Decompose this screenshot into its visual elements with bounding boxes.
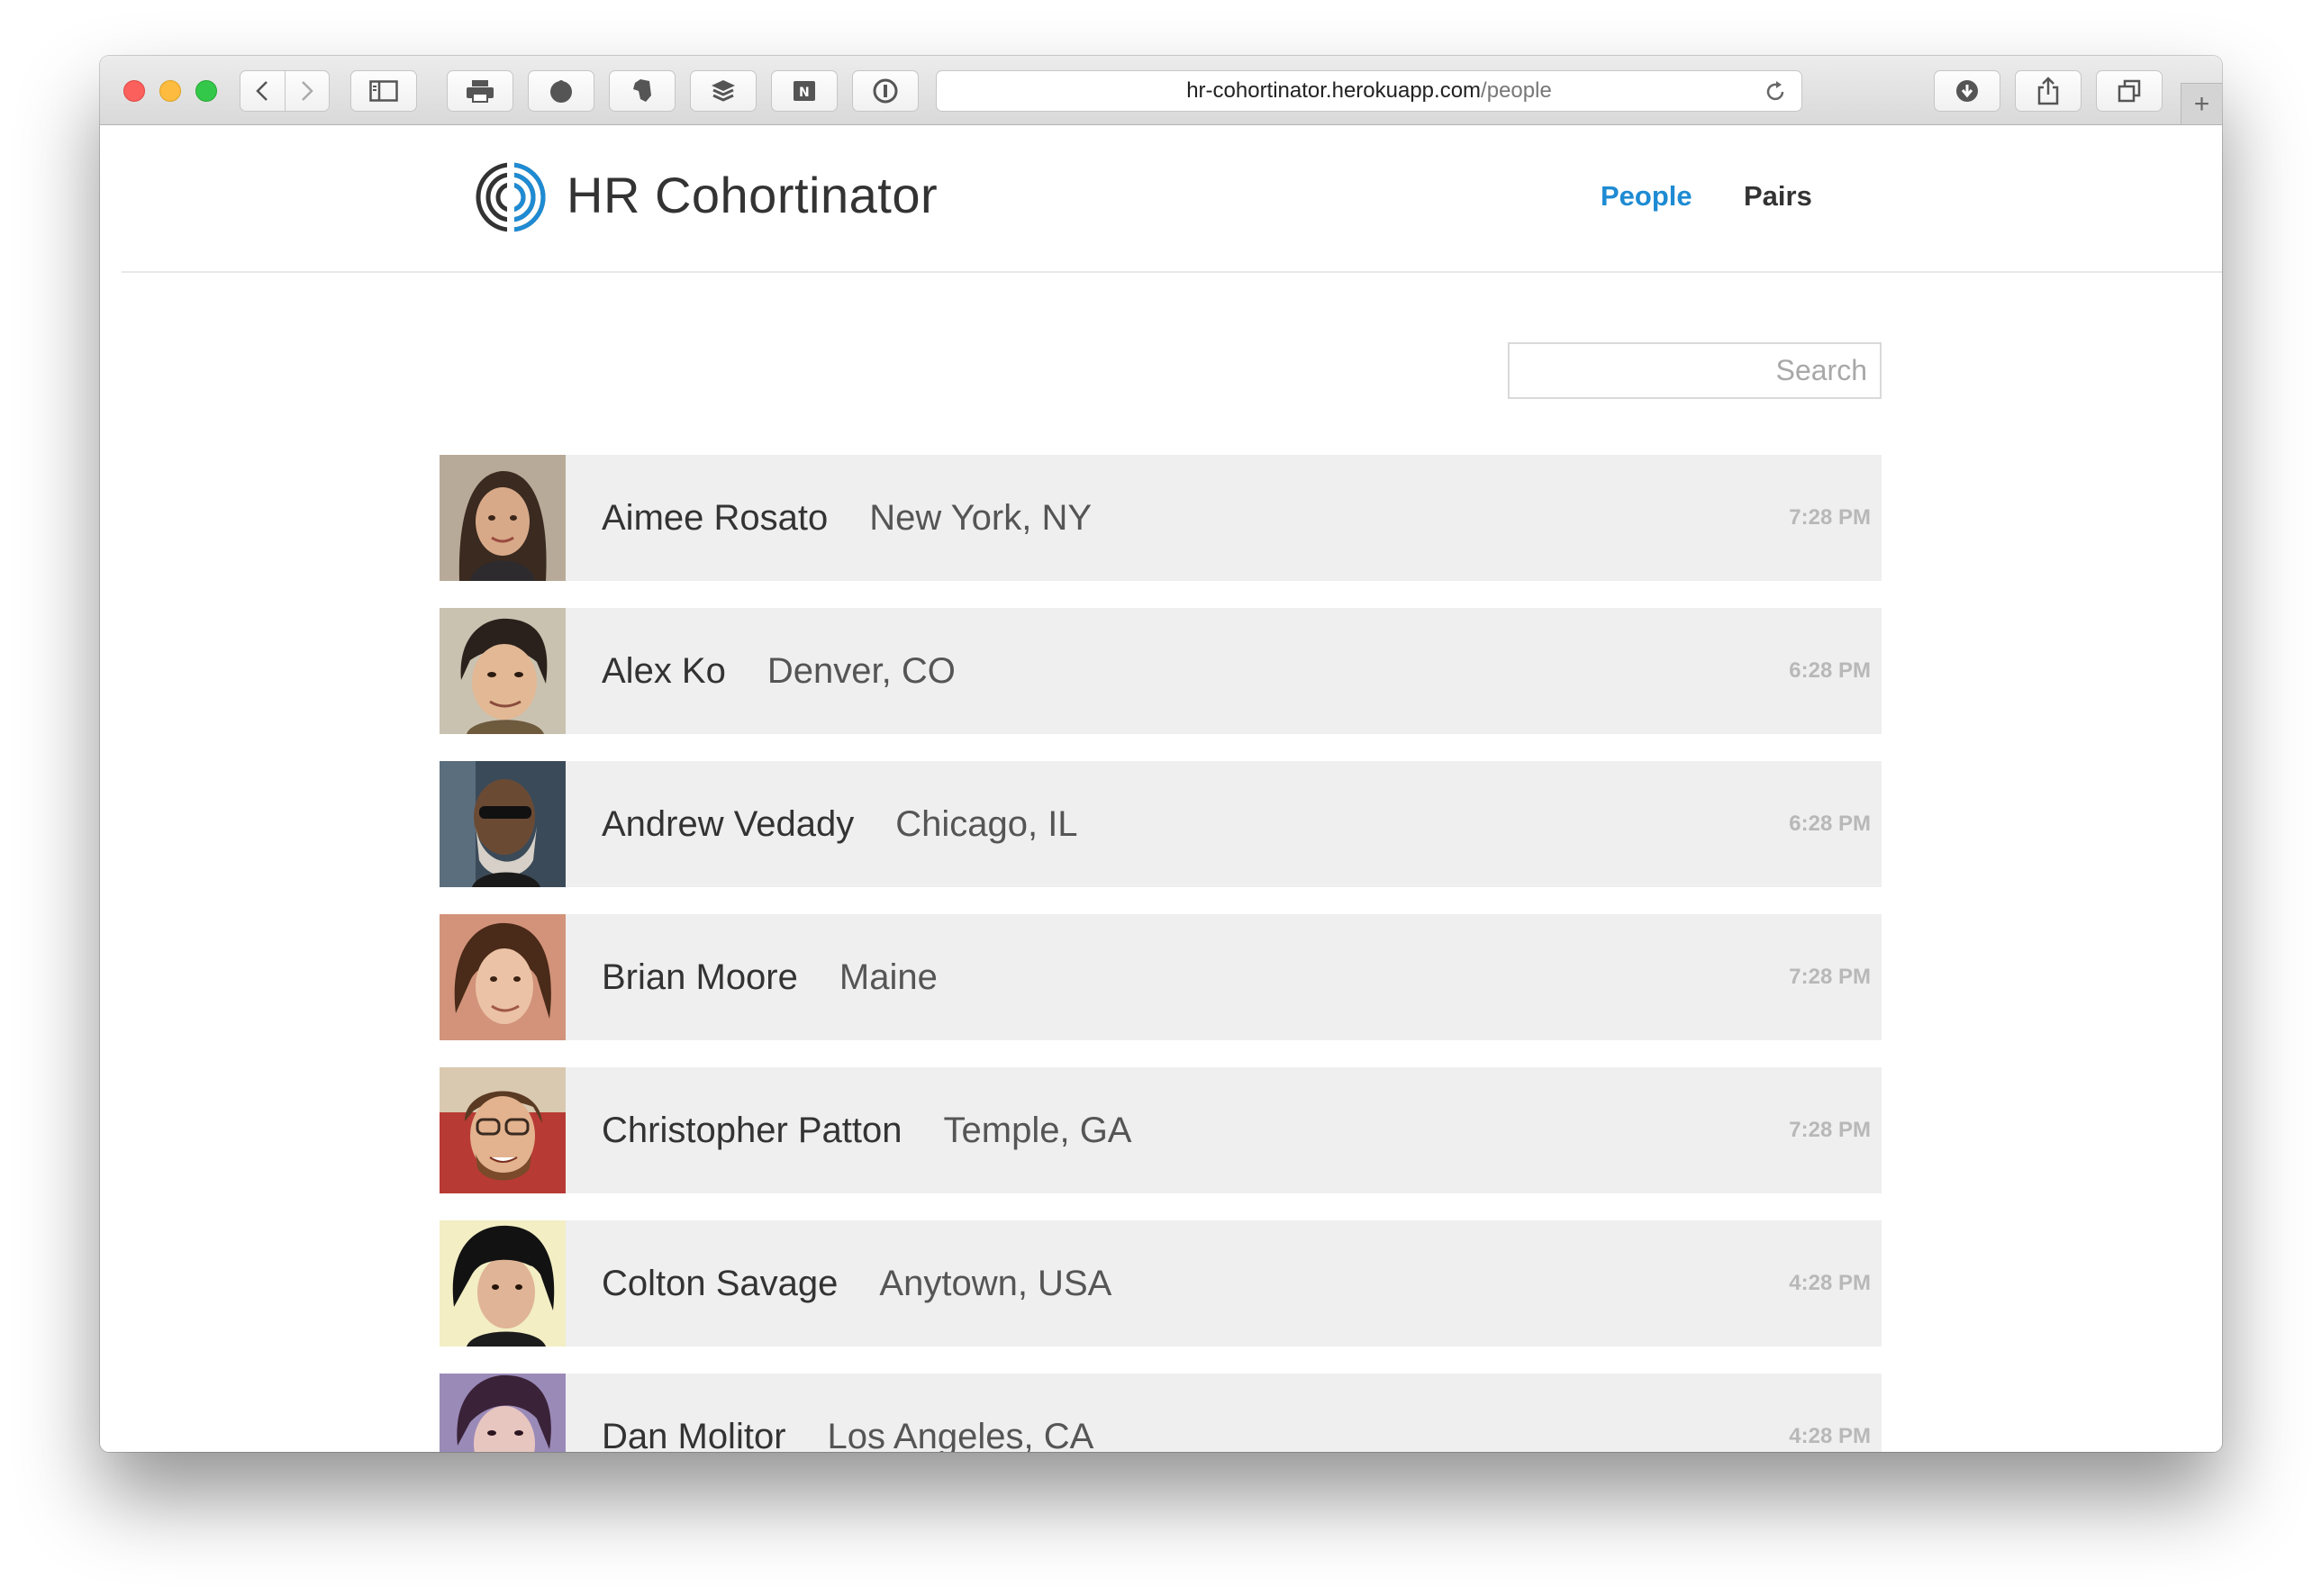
person-name: Dan Molitor — [602, 1416, 786, 1453]
avatar — [440, 1067, 566, 1193]
avatar — [440, 608, 566, 734]
person-name: Colton Savage — [602, 1263, 839, 1303]
person-location: Denver, CO — [766, 650, 956, 691]
reload-icon — [1766, 81, 1784, 101]
person-name: Christopher Patton — [602, 1110, 902, 1150]
person-local-time: 7:28 PM — [1789, 505, 1871, 530]
person-row[interactable]: Andrew Vedady Chicago, IL 6:28 PM — [440, 761, 1882, 887]
browser-window: N hr-cohortinator.herokuapp.com/people + — [100, 56, 2222, 1452]
web-page: HR Cohortinator People Pairs Aimee Rosat… — [100, 126, 2222, 1452]
person-location: Chicago, IL — [895, 803, 1078, 844]
onenote-button[interactable]: N — [771, 70, 838, 112]
browser-toolbar: N hr-cohortinator.herokuapp.com/people + — [100, 56, 2222, 125]
back-icon — [256, 81, 268, 101]
close-window-button[interactable] — [123, 80, 145, 102]
person-local-time: 7:28 PM — [1789, 1118, 1871, 1142]
person-local-time: 6:28 PM — [1789, 812, 1871, 836]
show-tabs-button[interactable] — [2096, 70, 2163, 112]
cohortinator-logo-icon[interactable] — [474, 160, 548, 234]
minimize-window-button[interactable] — [159, 80, 181, 102]
new-tab-icon: + — [2193, 88, 2210, 119]
history-nav — [240, 70, 330, 112]
nav-pairs[interactable]: Pairs — [1744, 180, 1812, 213]
avatar — [440, 455, 566, 581]
url-host: hr-cohortinator.herokuapp.com — [1186, 78, 1482, 103]
site-brand[interactable]: HR Cohortinator — [567, 166, 938, 224]
person-location: Anytown, USA — [879, 1263, 1112, 1303]
person-row[interactable]: Aimee Rosato New York, NY 7:28 PM — [440, 455, 1882, 581]
onenote-icon: N — [794, 81, 815, 101]
forward-icon — [301, 81, 313, 101]
evernote-icon — [633, 79, 651, 102]
person-name: Aimee Rosato — [602, 497, 829, 538]
avatar — [440, 914, 566, 1040]
person-row[interactable]: Alex Ko Denver, CO 6:28 PM — [440, 608, 1882, 734]
downloads-button[interactable] — [1934, 70, 2000, 112]
person-row[interactable]: Dan Molitor Los Angeles, CA 4:28 PM — [440, 1374, 1882, 1452]
avatar — [440, 1220, 566, 1347]
site-header: HR Cohortinator People Pairs — [122, 126, 2222, 273]
extension-button[interactable] — [528, 70, 594, 112]
reload-button[interactable] — [1764, 80, 1787, 110]
1password-icon — [873, 78, 898, 104]
person-local-time: 6:28 PM — [1789, 658, 1871, 683]
back-button[interactable] — [240, 71, 286, 111]
address-bar[interactable]: hr-cohortinator.herokuapp.com/people — [936, 70, 1802, 112]
person-location: Temple, GA — [943, 1110, 1132, 1150]
person-location: Maine — [839, 957, 938, 997]
tabs-icon — [2118, 79, 2141, 103]
avatar — [440, 1374, 566, 1452]
person-name: Brian Moore — [602, 957, 798, 997]
url-path: /people — [1481, 78, 1552, 103]
person-name: Andrew Vedady — [602, 803, 855, 844]
person-location: New York, NY — [869, 497, 1093, 538]
sidebar-icon — [369, 80, 398, 102]
person-local-time: 7:28 PM — [1789, 965, 1871, 989]
downloads-icon — [1956, 80, 1978, 102]
person-name: Alex Ko — [602, 650, 726, 691]
search-input[interactable] — [1508, 342, 1882, 399]
sidebar-button[interactable] — [350, 70, 417, 112]
avatar — [440, 761, 566, 887]
print-icon — [467, 80, 494, 103]
person-location: Los Angeles, CA — [827, 1416, 1094, 1453]
share-icon — [2037, 77, 2059, 105]
print-button[interactable] — [447, 70, 513, 112]
forward-button[interactable] — [286, 71, 330, 111]
password-manager-button[interactable] — [852, 70, 919, 112]
new-tab-button[interactable]: + — [2181, 83, 2222, 124]
person-row[interactable]: Colton Savage Anytown, USA 4:28 PM — [440, 1220, 1882, 1347]
person-local-time: 4:28 PM — [1789, 1424, 1871, 1448]
evernote-button[interactable] — [609, 70, 676, 112]
people-list: Aimee Rosato New York, NY 7:28 PM Alex K… — [440, 455, 1882, 1452]
svg-text:N: N — [799, 86, 810, 100]
person-row[interactable]: Christopher Patton Temple, GA 7:28 PM — [440, 1067, 1882, 1193]
extension-icon — [550, 80, 572, 103]
person-local-time: 4:28 PM — [1789, 1271, 1871, 1295]
zoom-window-button[interactable] — [195, 80, 217, 102]
person-row[interactable]: Brian Moore Maine 7:28 PM — [440, 914, 1882, 1040]
buffer-button[interactable] — [690, 70, 757, 112]
nav-people[interactable]: People — [1601, 180, 1692, 213]
share-button[interactable] — [2015, 70, 2082, 112]
buffer-icon — [712, 80, 735, 102]
